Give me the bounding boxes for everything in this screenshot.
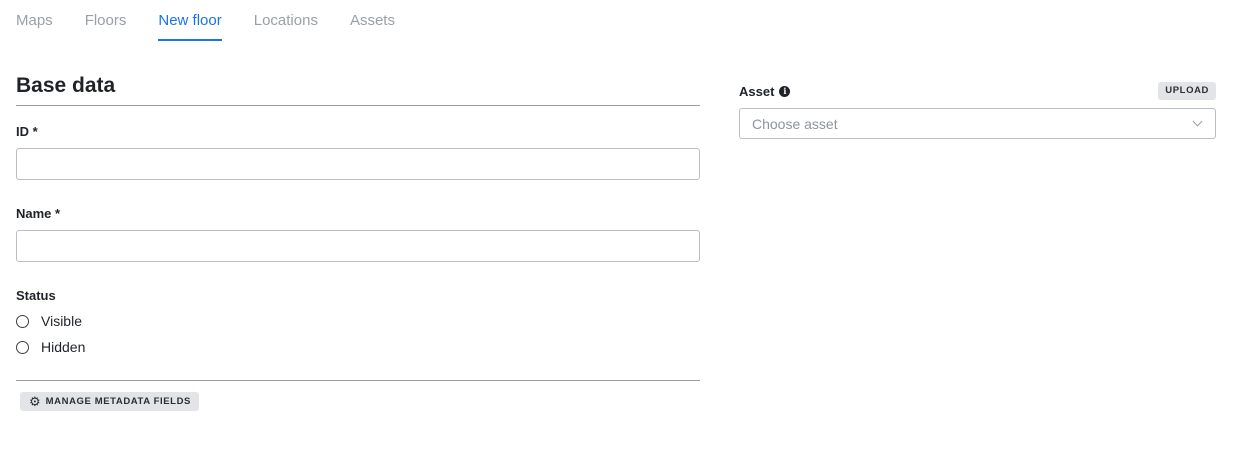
- upload-button[interactable]: UPLOAD: [1158, 82, 1216, 100]
- tab-bar: Maps Floors New floor Locations Assets: [16, 0, 427, 42]
- status-label: Status: [16, 288, 56, 303]
- tab-locations[interactable]: Locations: [254, 0, 318, 42]
- tab-floors[interactable]: Floors: [85, 0, 127, 42]
- tab-maps[interactable]: Maps: [16, 0, 53, 42]
- tab-assets[interactable]: Assets: [350, 0, 395, 42]
- radio-button[interactable]: [16, 314, 29, 328]
- tab-new-floor[interactable]: New floor: [158, 0, 223, 42]
- asset-select[interactable]: Choose asset: [739, 108, 1216, 139]
- radio-button[interactable]: [16, 340, 29, 354]
- chevron-down-icon: [1192, 116, 1203, 127]
- gear-icon: ⚙: [29, 394, 41, 409]
- manage-metadata-label: MANAGE METADATA FIELDS: [45, 396, 191, 407]
- id-field-wrapper: [16, 148, 700, 180]
- divider: [16, 380, 700, 381]
- name-field-wrapper: [16, 230, 700, 262]
- radio-label-visible: Visible: [41, 313, 82, 329]
- id-input[interactable]: [16, 148, 700, 180]
- status-radio-hidden[interactable]: Hidden: [16, 338, 85, 356]
- name-label: Name *: [16, 206, 61, 221]
- asset-label-group: Asset i: [739, 84, 791, 99]
- base-data-section: Base data ID * Name * Status Visible Hid…: [16, 72, 700, 411]
- info-icon[interactable]: i: [779, 86, 791, 97]
- asset-select-placeholder: Choose asset: [752, 115, 838, 132]
- section-title: Base data: [16, 72, 700, 106]
- id-label: ID *: [16, 124, 38, 139]
- new-floor-page: Maps Floors New floor Locations Assets B…: [0, 0, 1246, 449]
- radio-label-hidden: Hidden: [41, 339, 86, 355]
- asset-label: Asset: [739, 84, 775, 99]
- name-input[interactable]: [16, 230, 700, 262]
- manage-metadata-button[interactable]: ⚙ MANAGE METADATA FIELDS: [20, 392, 199, 411]
- status-radio-visible[interactable]: Visible: [16, 312, 82, 330]
